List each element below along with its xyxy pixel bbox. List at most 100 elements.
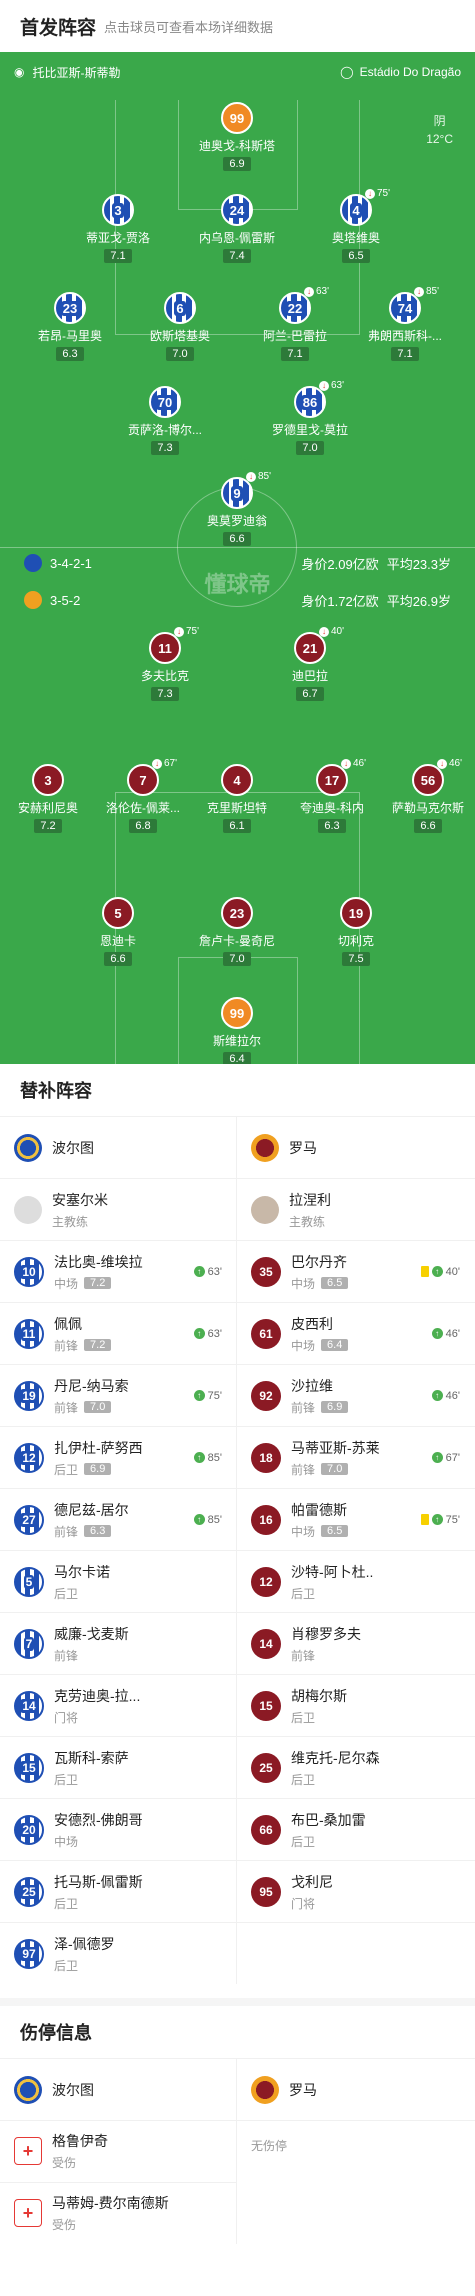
jersey-icon: 3 [102, 194, 134, 226]
sub-name: 威廉-戈麦斯 [54, 1625, 129, 1642]
home-coach[interactable]: 安塞尔米 主教练 [0, 1179, 237, 1240]
player-number: 99 [229, 110, 245, 126]
away-player[interactable]: 23 詹卢卡-曼奇尼 7.0 [182, 897, 292, 967]
away-sub[interactable]: 35 巴尔丹齐 中场 6.5 ↑ 40' [237, 1241, 474, 1302]
away-sub[interactable]: 16 帕雷德斯 中场 6.5 ↑ 75' [237, 1489, 474, 1550]
player-rating: 7.2 [34, 819, 62, 833]
subs-home-team[interactable]: 波尔图 [0, 1117, 237, 1178]
player-rating: 6.6 [414, 819, 442, 833]
event-time: 40' [331, 626, 345, 637]
injury-home-team[interactable]: 波尔图 [0, 2059, 237, 2120]
sub-out-icon: ↓ [365, 188, 375, 199]
player-number: 4 [350, 202, 362, 218]
jersey-icon: 14 [14, 1690, 44, 1721]
sub-out-icon: ↓ [152, 758, 162, 769]
home-sub[interactable]: 20 安德烈-佛朗哥 中场 [0, 1799, 237, 1860]
sub-number: 16 [259, 1512, 273, 1527]
sub-in: ↑ 75' [420, 1514, 460, 1526]
sub-in-icon: ↑ [193, 1452, 205, 1463]
sub-in: ↑ 85' [193, 1451, 222, 1464]
subs-title: 替补阵容 [20, 1081, 92, 1101]
injury-item[interactable]: + 格鲁伊奇 受伤 [0, 2121, 236, 2183]
sub-number: 66 [259, 1822, 273, 1837]
away-sub[interactable]: 18 马蒂亚斯-苏莱 前锋 7.0 ↑ 67' [237, 1427, 474, 1488]
home-player[interactable]: 9 ↓ 85' 奥莫罗迪翁 6.6 [182, 471, 292, 547]
sub-rating: 7.0 [321, 1463, 349, 1475]
player-event: ↓ 63' [304, 286, 329, 297]
sub-number: 61 [259, 1326, 273, 1341]
away-sub[interactable]: 95 戈利尼 门将 [237, 1861, 474, 1922]
player-number: 22 [285, 300, 305, 316]
away-sub[interactable]: 14 肖穆罗多夫 前锋 [237, 1613, 474, 1674]
jersey-icon: 99 [221, 102, 253, 134]
home-player[interactable]: 74 ↓ 85' 弗朗西斯科-... 7.1 [350, 286, 460, 362]
away-coach[interactable]: 拉涅利 主教练 [237, 1179, 474, 1240]
home-sub[interactable]: 97 泽-佩德罗 后卫 [0, 1923, 237, 1984]
player-name: 奥塔维奥 [331, 231, 380, 245]
home-player[interactable]: 22 ↓ 63' 阿兰-巴雷拉 7.1 [240, 286, 350, 362]
away-sub[interactable]: 66 布巴-桑加雷 后卫 [237, 1799, 474, 1860]
away-player[interactable]: 11 ↓ 75' 多夫比克 7.3 [110, 626, 220, 702]
away-player[interactable]: 19 切利克 7.5 [301, 897, 411, 967]
home-sub[interactable]: 15 瓦斯科-索萨 后卫 [0, 1737, 237, 1798]
jersey-icon: 12 [14, 1442, 44, 1473]
away-player[interactable]: 99 斯维拉尔 6.4 [182, 997, 292, 1064]
home-coach-role: 主教练 [52, 1214, 89, 1229]
player-number: 6 [174, 300, 186, 316]
home-sub[interactable]: 14 克劳迪奥-拉... 门将 [0, 1675, 237, 1736]
home-sub[interactable]: 11 佩佩 前锋 7.2 ↑ 63' [0, 1303, 237, 1364]
sub-in-icon: ↑ [431, 1328, 443, 1339]
sub-rating: 7.2 [84, 1277, 112, 1289]
sub-row: 5 马尔卡诺 后卫 12 沙特-阿卜杜.. 后卫 [0, 1550, 475, 1612]
home-sub[interactable]: 10 法比奥-维埃拉 中场 7.2 ↑ 63' [0, 1241, 237, 1302]
home-player[interactable]: 4 ↓ 75' 奥塔维奥 6.5 [301, 188, 411, 264]
home-player[interactable]: 86 ↓ 63' 罗德里戈-莫拉 7.0 [255, 380, 365, 456]
sub-name: 戈利尼 [291, 1873, 333, 1890]
sub-name: 马蒂亚斯-苏莱 [291, 1439, 380, 1456]
sub-position: 后卫 [291, 1772, 316, 1787]
home-sub[interactable]: 7 威廉-戈麦斯 前锋 [0, 1613, 237, 1674]
weather-condition: 阴 [433, 114, 446, 128]
player-name: 夸迪奥-科内 [300, 801, 364, 815]
sub-rating: 6.3 [84, 1525, 112, 1537]
home-player[interactable]: 23 若昂-马里奥 6.3 [15, 292, 125, 362]
lineup-header: 首发阵容 点击球员可查看本场详细数据 [0, 0, 475, 52]
away-sub[interactable]: 92 沙拉维 前锋 6.9 ↑ 46' [237, 1365, 474, 1426]
jersey-icon: 4 [221, 764, 253, 796]
away-sub[interactable]: 12 沙特-阿卜杜.. 后卫 [237, 1551, 474, 1612]
stadium-icon: ◯ [340, 65, 354, 79]
sub-in-time: 85' [207, 1513, 222, 1526]
home-sub[interactable]: 5 马尔卡诺 后卫 [0, 1551, 237, 1612]
home-sub[interactable]: 27 德尼兹-居尔 前锋 6.3 ↑ 85' [0, 1489, 237, 1550]
sub-rating: 6.5 [321, 1277, 349, 1289]
home-player[interactable]: 3 蒂亚戈-贾洛 7.1 [63, 194, 173, 264]
injury-away-team[interactable]: 罗马 [237, 2059, 474, 2120]
injury-player-name: 格鲁伊奇 [52, 2133, 108, 2150]
home-player[interactable]: 70 贡萨洛-博尔... 7.3 [110, 386, 220, 456]
sub-out-icon: ↓ [341, 758, 351, 769]
home-player[interactable]: 24 内乌恩-佩雷斯 7.4 [182, 194, 292, 264]
injury-item[interactable]: + 马蒂姆-费尔南德斯 受伤 [0, 2183, 236, 2245]
subs-away-team[interactable]: 罗马 [237, 1117, 474, 1178]
away-player[interactable]: 5 恩迪卡 6.6 [63, 897, 173, 967]
sub-in: ↑ 46' [431, 1390, 460, 1402]
away-player[interactable]: 17 ↓ 46' 夸迪奥-科内 6.3 [277, 758, 387, 834]
sub-name: 布巴-桑加雷 [291, 1811, 366, 1828]
sub-name: 胡梅尔斯 [291, 1687, 347, 1704]
sub-position: 中场 [54, 1276, 79, 1291]
home-player[interactable]: 6 欧斯塔基奥 7.0 [125, 292, 235, 362]
away-player[interactable]: 4 克里斯坦特 6.1 [182, 764, 292, 834]
away-player[interactable]: 21 ↓ 40' 迪巴拉 6.7 [255, 626, 365, 702]
jersey-icon: 95 [251, 1876, 281, 1907]
home-player[interactable]: 99 迪奥戈-科斯塔 6.9 [182, 102, 292, 172]
away-coach-name: 拉涅利 [289, 1191, 331, 1208]
away-sub[interactable]: 15 胡梅尔斯 后卫 [237, 1675, 474, 1736]
home-sub[interactable]: 12 扎伊杜-萨努西 后卫 6.9 ↑ 85' [0, 1427, 237, 1488]
sub-position: 前锋 [54, 1648, 79, 1663]
away-player[interactable]: 56 ↓ 46' 萨勒马克尔斯 6.6 [373, 758, 475, 834]
sub-in-time: 85' [207, 1451, 222, 1464]
away-sub[interactable]: 61 皮西利 中场 6.4 ↑ 46' [237, 1303, 474, 1364]
home-sub[interactable]: 25 托马斯-佩雷斯 后卫 [0, 1861, 237, 1922]
home-sub[interactable]: 19 丹尼-纳马索 前锋 7.0 ↑ 75' [0, 1365, 237, 1426]
away-sub[interactable]: 25 维克托-尼尔森 后卫 [237, 1737, 474, 1798]
